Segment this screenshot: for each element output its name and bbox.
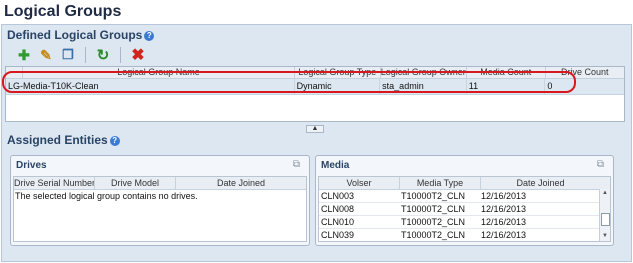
drives-panel-title: Drives bbox=[16, 160, 47, 171]
scroll-up-icon[interactable]: ▲ bbox=[600, 189, 610, 198]
help-icon[interactable]: ? bbox=[109, 135, 120, 146]
column-header-drive-serial-number[interactable]: Drive Serial Number bbox=[14, 177, 95, 189]
media-panel: Media ⧉ Volser Media Type Date Joined CL… bbox=[315, 155, 614, 246]
column-header-media-count[interactable]: Media Count bbox=[467, 67, 546, 78]
column-header-media-type[interactable]: Media Type bbox=[400, 177, 481, 189]
copy-icon[interactable]: ❐ bbox=[58, 45, 78, 65]
table-header: Volser Media Type Date Joined bbox=[319, 177, 610, 190]
assigned-entities-header: Assigned Entities? bbox=[7, 133, 120, 147]
drives-panel: Drives ⧉ Drive Serial Number Drive Model… bbox=[10, 155, 310, 246]
table-row[interactable]: CLN010 T10000T2_CLN 12/16/2013 bbox=[319, 216, 610, 229]
media-scrollbar[interactable]: ▲ ▼ bbox=[599, 189, 610, 241]
cell-media-type: T10000T2_CLN bbox=[401, 230, 466, 240]
toolbar: ✚ ✎ ❐ ↻ ✖ bbox=[14, 44, 148, 66]
cell-media-type: T10000T2_CLN bbox=[401, 217, 466, 227]
cell-logical-group-owner: sta_admin bbox=[380, 79, 467, 94]
collapse-splitter-handle[interactable]: ▲ bbox=[306, 125, 324, 133]
column-header[interactable] bbox=[6, 67, 23, 78]
page-title: Logical Groups bbox=[4, 3, 122, 20]
media-panel-title: Media bbox=[321, 160, 350, 171]
table-row[interactable]: CLN039 T10000T2_CLN 12/16/2013 bbox=[319, 229, 610, 241]
detach-icon[interactable]: ⧉ bbox=[594, 159, 607, 171]
column-header-volser[interactable]: Volser bbox=[319, 177, 400, 189]
table-header: Logical Group Name Logical Group Type Lo… bbox=[6, 67, 624, 79]
refresh-icon[interactable]: ↻ bbox=[93, 45, 113, 65]
cell-date-joined: 12/16/2013 bbox=[481, 191, 527, 201]
cell-date-joined: 12/16/2013 bbox=[481, 204, 527, 214]
detach-icon[interactable]: ⧉ bbox=[290, 159, 303, 171]
defined-logical-groups-header: Defined Logical Groups? bbox=[7, 28, 155, 42]
cell-logical-group-name: LG-Media-T10K-Clean bbox=[6, 79, 295, 94]
cell-volser: CLN039 bbox=[321, 230, 355, 240]
column-header-drive-count[interactable]: Drive Count bbox=[546, 67, 624, 78]
table-row[interactable]: CLN003 T10000T2_CLN 12/16/2013 bbox=[319, 190, 610, 203]
table-header: Drive Serial Number Drive Model Date Joi… bbox=[14, 177, 306, 190]
cell-logical-group-type: Dynamic bbox=[295, 79, 381, 94]
delete-icon[interactable]: ✖ bbox=[128, 45, 148, 65]
cell-volser: CLN008 bbox=[321, 204, 355, 214]
column-header-drive-model[interactable]: Drive Model bbox=[95, 177, 176, 189]
table-row[interactable]: CLN008 T10000T2_CLN 12/16/2013 bbox=[319, 203, 610, 216]
assigned-entities-title: Assigned Entities bbox=[7, 133, 108, 147]
cell-media-type: T10000T2_CLN bbox=[401, 204, 466, 214]
cell-volser: CLN003 bbox=[321, 191, 355, 201]
defined-logical-groups-title: Defined Logical Groups bbox=[7, 28, 143, 42]
toolbar-separator bbox=[85, 47, 86, 63]
scrollbar-thumb[interactable] bbox=[601, 213, 610, 226]
table-row[interactable]: LG-Media-T10K-Clean Dynamic sta_admin 11… bbox=[6, 79, 624, 95]
cell-volser: CLN010 bbox=[321, 217, 355, 227]
column-header-logical-group-name[interactable]: Logical Group Name bbox=[23, 67, 296, 78]
edit-icon[interactable]: ✎ bbox=[36, 45, 56, 65]
cell-media-type: T10000T2_CLN bbox=[401, 191, 466, 201]
scroll-down-icon[interactable]: ▼ bbox=[600, 232, 610, 241]
column-header-date-joined[interactable]: Date Joined bbox=[481, 177, 600, 189]
media-table: Volser Media Type Date Joined CLN003 T10… bbox=[318, 176, 611, 242]
add-icon[interactable]: ✚ bbox=[14, 45, 34, 65]
drives-table: Drive Serial Number Drive Model Date Joi… bbox=[13, 176, 307, 242]
column-header-logical-group-type[interactable]: Logical Group Type bbox=[295, 67, 381, 78]
cell-date-joined: 12/16/2013 bbox=[481, 230, 527, 240]
column-header-date-joined[interactable]: Date Joined bbox=[176, 177, 306, 189]
toolbar-separator bbox=[120, 47, 121, 63]
cell-media-count: 11 bbox=[467, 79, 546, 94]
help-icon[interactable]: ? bbox=[144, 30, 155, 41]
empty-message: The selected logical group contains no d… bbox=[15, 191, 198, 201]
column-header-logical-group-owner[interactable]: Logical Group Owner bbox=[381, 67, 468, 78]
logical-groups-table: Logical Group Name Logical Group Type Lo… bbox=[5, 66, 625, 122]
cell-date-joined: 12/16/2013 bbox=[481, 217, 527, 227]
cell-drive-count: 0 bbox=[547, 81, 553, 91]
